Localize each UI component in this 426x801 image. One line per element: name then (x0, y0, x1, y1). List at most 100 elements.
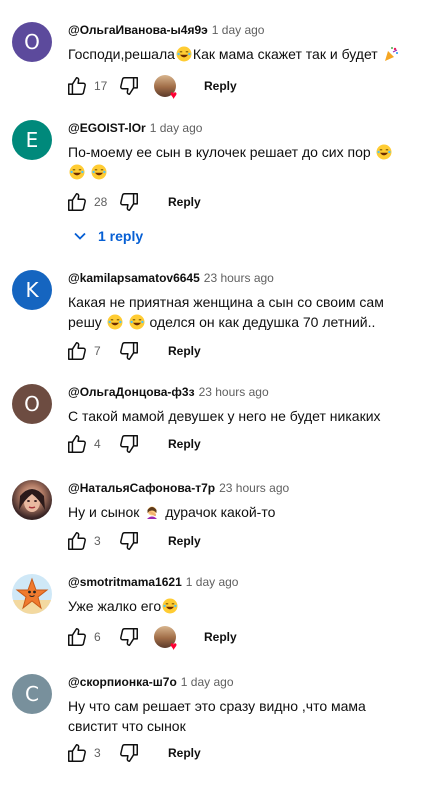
avatar[interactable] (12, 574, 52, 614)
comment-text-part: Какая не приятная женщина а сын со своим… (68, 294, 384, 310)
avatar[interactable]: С (12, 674, 52, 714)
laughing-emoji-icon (91, 164, 107, 180)
author-name[interactable]: @ОльгаИванова-ы4я9э (68, 23, 208, 37)
author-name[interactable]: @EGOIST-lOr (68, 121, 146, 135)
comment-actions: 4 Reply (66, 432, 201, 456)
like-count: 7 (94, 344, 101, 358)
comment-actions: 17 ♥ Reply (66, 74, 237, 102)
comment-text: По-моему ее сын в кулочек решает до сих … (68, 142, 414, 182)
starfish-avatar-icon (12, 577, 52, 614)
comment-actions: 6 ♥ Reply (66, 625, 237, 652)
reply-button[interactable]: Reply (168, 195, 201, 209)
comment-body: @ОльгаДонцова-ф3з 23 hours ago С такой ма… (68, 384, 414, 426)
comment-body: @EGOIST-lOr 1 day ago По-моему ее сын в к… (68, 120, 414, 182)
dislike-icon[interactable] (118, 530, 140, 552)
avatar[interactable]: О (12, 22, 52, 62)
comment-text: Ну что сам решает это сразу видно ,что м… (68, 696, 414, 736)
timestamp[interactable]: 1 day ago (181, 675, 234, 689)
comment-actions: 3 Reply (66, 529, 201, 553)
reply-button[interactable]: Reply (168, 746, 201, 760)
comment-text: С такой мамой девушек у него не будет ни… (68, 406, 414, 426)
comment-header: @ОльгаИванова-ы4я9э 1 day ago (68, 22, 414, 38)
comment-text: Какая не приятная женщина а сын со своим… (68, 292, 414, 332)
comment-body: @smotritmama1621 1 day ago Уже жалко его (68, 574, 414, 616)
comment-text: Ну и сынок дурачок какой-то (68, 502, 414, 522)
author-name[interactable]: @ОльгаДонцова-ф3з (68, 385, 195, 399)
reply-button[interactable]: Reply (204, 79, 237, 93)
dislike-icon[interactable] (118, 433, 140, 455)
timestamp[interactable]: 23 hours ago (219, 481, 289, 495)
laughing-emoji-icon (107, 314, 123, 330)
reply-button[interactable]: Reply (204, 630, 237, 644)
timestamp[interactable]: 1 day ago (150, 121, 203, 135)
laughing-emoji-icon (376, 144, 392, 160)
laughing-emoji-icon (162, 598, 178, 614)
avatar[interactable]: О (12, 384, 52, 424)
like-count: 4 (94, 437, 101, 451)
comment-text-part: оделся он как дедушка 70 летний.. (149, 314, 376, 330)
comment-text-part: Ну и сынок (68, 504, 140, 520)
reply-button[interactable]: Reply (168, 534, 201, 548)
comment-text-part: свистит что сынок (68, 718, 186, 734)
author-name[interactable]: @kamilapsamatov6645 (68, 271, 200, 285)
reply-button[interactable]: Reply (168, 344, 201, 358)
comment-header: @НатальяСафонова-т7р 23 hours ago (68, 480, 414, 496)
timestamp[interactable]: 23 hours ago (199, 385, 269, 399)
author-name[interactable]: @НатальяСафонова-т7р (68, 481, 215, 495)
comment-text-part: дурачок какой-то (165, 504, 276, 520)
reply-button[interactable]: Reply (168, 437, 201, 451)
timestamp[interactable]: 1 day ago (212, 23, 265, 37)
comment-body: @НатальяСафонова-т7р 23 hours ago Ну и сы… (68, 480, 414, 522)
author-name[interactable]: @smotritmama1621 (68, 575, 182, 589)
like-count: 28 (94, 195, 108, 209)
comment-actions: 7 Reply (66, 339, 201, 363)
comment-text-part: Ну что сам решает это сразу видно ,что м… (68, 698, 366, 714)
dislike-icon[interactable] (118, 191, 140, 213)
comment-text-part: По-моему ее сын в кулочек решает до сих … (68, 144, 371, 160)
comment-body: @kamilapsamatov6645 23 hours ago Какая не… (68, 270, 414, 332)
like-count: 3 (94, 746, 101, 760)
comment-text-part: решу (68, 314, 102, 330)
like-icon[interactable] (66, 191, 88, 213)
laughing-emoji-icon (129, 314, 145, 330)
view-replies-button[interactable]: 1 reply (72, 228, 143, 244)
like-icon[interactable] (66, 742, 88, 764)
timestamp[interactable]: 1 day ago (186, 575, 239, 589)
avatar[interactable]: E (12, 120, 52, 160)
facepalm-woman-emoji-icon (147, 506, 158, 519)
author-name[interactable]: @скорпионка-ш7о (68, 675, 177, 689)
heart-icon: ♥ (170, 639, 178, 653)
dislike-icon[interactable] (118, 75, 140, 97)
comment-body: @ОльгаИванова-ы4я9э 1 day ago Господи,реш… (68, 22, 414, 64)
comment-header: @EGOIST-lOr 1 day ago (68, 120, 414, 136)
avatar[interactable]: K (12, 270, 52, 310)
like-count: 6 (94, 630, 101, 644)
laughing-emoji-icon (69, 164, 85, 180)
comment-text-part: Господи,решала (68, 46, 175, 62)
dislike-icon[interactable] (118, 626, 140, 648)
comment-text: Уже жалко его (68, 596, 414, 616)
comment-actions: 3 Reply (66, 741, 201, 765)
dislike-icon[interactable] (118, 340, 140, 362)
like-count: 3 (94, 534, 101, 548)
comment-actions: 28 Reply (66, 190, 201, 214)
like-icon[interactable] (66, 626, 88, 648)
heart-icon: ♥ (170, 88, 178, 102)
comment-header: @скорпионка-ш7о 1 day ago (68, 674, 414, 690)
like-icon[interactable] (66, 530, 88, 552)
comment-text-part: Уже жалко его (68, 598, 162, 614)
comment-text-part: Как мама скажет так и будет (192, 46, 378, 62)
party-popper-emoji-icon (384, 47, 398, 61)
like-icon[interactable] (66, 340, 88, 362)
like-count: 17 (94, 79, 108, 93)
creator-heart-avatar: ♥ (154, 626, 177, 652)
timestamp[interactable]: 23 hours ago (204, 271, 274, 285)
comment-text-part: С такой мамой девушек у него не будет ни… (68, 408, 381, 424)
comment-header: @smotritmama1621 1 day ago (68, 574, 414, 590)
like-icon[interactable] (66, 75, 88, 97)
comment-header: @kamilapsamatov6645 23 hours ago (68, 270, 414, 286)
like-icon[interactable] (66, 433, 88, 455)
avatar[interactable] (12, 480, 52, 520)
profile-photo-icon (19, 489, 45, 512)
dislike-icon[interactable] (118, 742, 140, 764)
